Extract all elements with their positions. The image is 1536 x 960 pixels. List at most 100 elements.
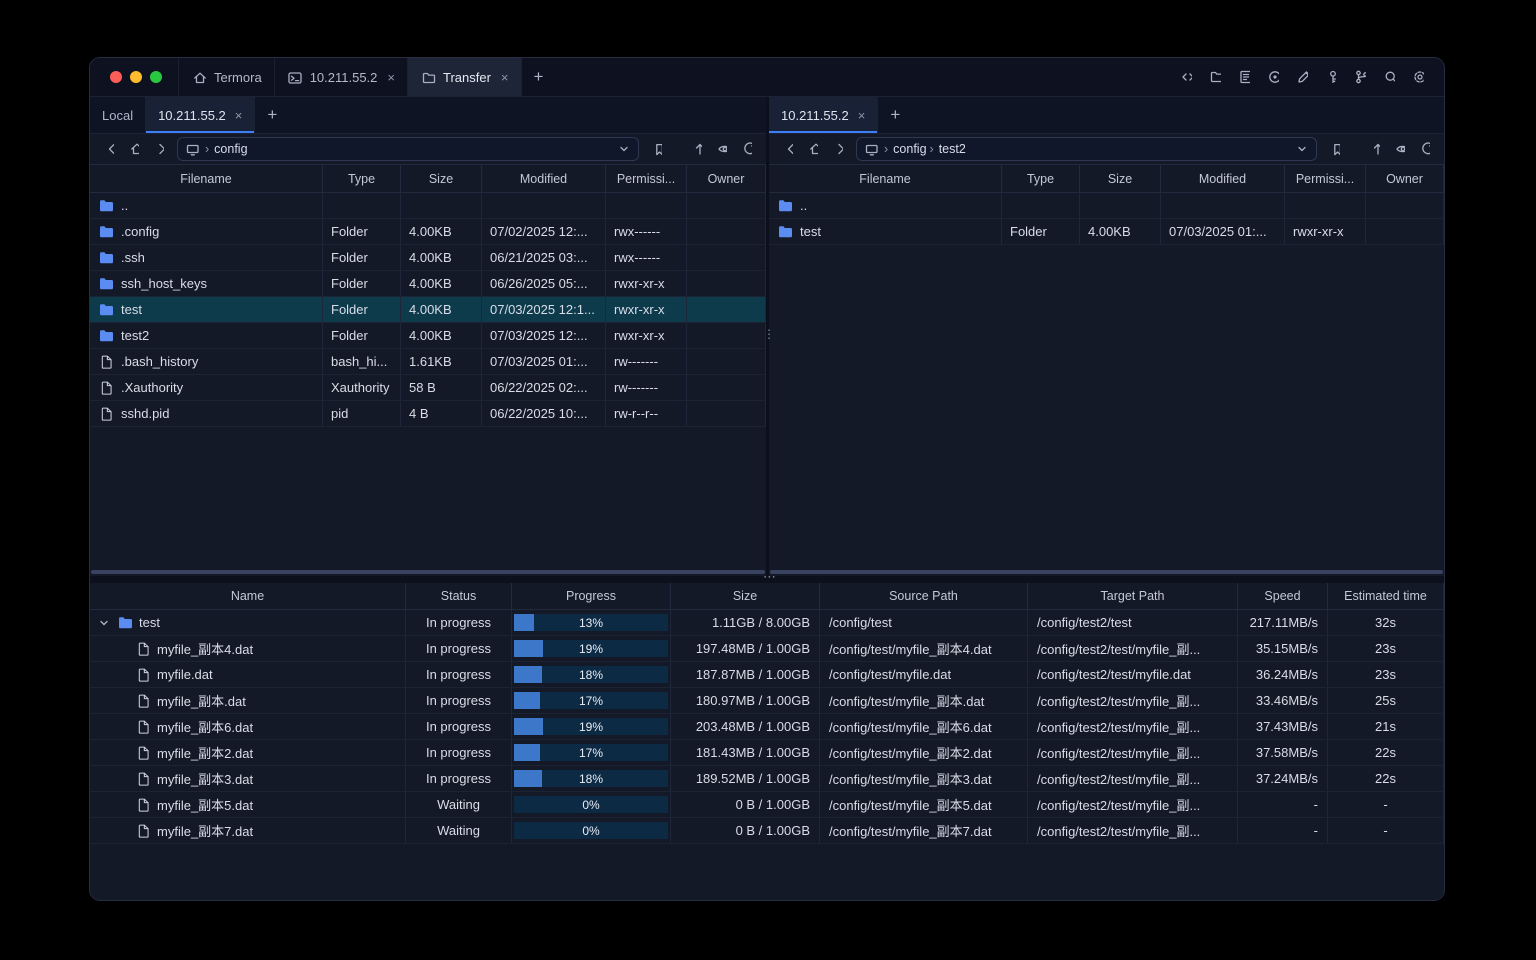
transfer-row[interactable]: myfile_副本6.dat In progress 19% 203.48MB … (90, 714, 1444, 740)
file-row[interactable]: test2 Folder 4.00KB 07/03/2025 12:... rw… (90, 323, 766, 349)
close-window-button[interactable] (110, 71, 122, 83)
close-tab-icon[interactable] (858, 109, 866, 122)
column-header[interactable]: Size (671, 583, 820, 609)
column-header[interactable]: Owner (1366, 165, 1444, 192)
new-panel-tab-button[interactable] (878, 97, 912, 133)
scrollbar-thumb[interactable] (770, 570, 1443, 574)
zoom-window-button[interactable] (150, 71, 162, 83)
edit-icon[interactable] (1290, 65, 1314, 89)
column-header[interactable]: Type (323, 165, 401, 192)
transfer-row[interactable]: myfile_副本4.dat In progress 19% 197.48MB … (90, 636, 1444, 662)
column-header[interactable]: Target Path (1028, 583, 1238, 609)
horizontal-scrollbar[interactable] (769, 568, 1444, 576)
expand-chevron-icon[interactable] (96, 618, 111, 628)
panel-tab[interactable]: 10.211.55.2 (146, 97, 256, 133)
column-header[interactable]: Estimated time (1328, 583, 1444, 609)
transfer-row[interactable]: myfile_副本2.dat In progress 17% 181.43MB … (90, 740, 1444, 766)
show-hidden-eye-icon[interactable] (1389, 138, 1411, 160)
column-header[interactable]: Progress (512, 583, 671, 609)
progress-percent: 19% (578, 719, 604, 734)
forward-icon[interactable] (148, 138, 170, 160)
new-window-tab-button[interactable] (522, 58, 556, 96)
column-header[interactable]: Status (406, 583, 512, 609)
file-row[interactable]: .. (769, 193, 1444, 219)
window-tab[interactable]: Transfer (408, 58, 522, 96)
column-header[interactable]: Source Path (820, 583, 1028, 609)
column-header[interactable]: Filename (90, 165, 323, 192)
transfer-status: In progress (406, 636, 512, 661)
record-icon[interactable] (1261, 65, 1285, 89)
bookmark-chevron-icon[interactable] (1349, 138, 1361, 160)
path-bar[interactable]: config (177, 137, 639, 161)
column-header[interactable]: Size (1080, 165, 1161, 192)
panel-tab[interactable]: Local (90, 97, 147, 133)
key-icon[interactable] (1319, 65, 1343, 89)
branch-icon[interactable] (1348, 65, 1372, 89)
back-icon[interactable] (98, 138, 120, 160)
upload-icon[interactable] (686, 138, 708, 160)
file-row[interactable]: .ssh Folder 4.00KB 06/21/2025 03:... rwx… (90, 245, 766, 271)
path-bar[interactable]: config test2 (856, 137, 1317, 161)
transfer-row[interactable]: myfile.dat In progress 18% 187.87MB / 1.… (90, 662, 1444, 688)
bookmark-icon[interactable] (646, 138, 668, 160)
panel-tab[interactable]: 10.211.55.2 (769, 97, 879, 133)
folder-icon[interactable] (1203, 65, 1227, 89)
refresh-icon[interactable] (736, 138, 758, 160)
transfer-row[interactable]: myfile_副本5.dat Waiting 0% 0 B / 1.00GB /… (90, 792, 1444, 818)
minimize-window-button[interactable] (130, 71, 142, 83)
column-header[interactable]: Speed (1238, 583, 1328, 609)
forward-icon[interactable] (827, 138, 849, 160)
transfer-row[interactable]: myfile_副本.dat In progress 17% 180.97MB /… (90, 688, 1444, 714)
upload-icon[interactable] (1364, 138, 1386, 160)
transfer-row[interactable]: test In progress 13% 1.11GB / 8.00GB /co… (90, 610, 1444, 636)
file-modified: 06/22/2025 10:... (482, 401, 606, 426)
column-header[interactable]: Permissi... (1285, 165, 1366, 192)
column-header[interactable]: Type (1002, 165, 1080, 192)
window-tab[interactable]: 10.211.55.2 (275, 58, 408, 96)
bookmark-chevron-icon[interactable] (671, 138, 683, 160)
breadcrumb-segment[interactable]: config (881, 142, 926, 156)
filename: .. (800, 198, 808, 213)
transfer-row[interactable]: myfile_副本7.dat Waiting 0% 0 B / 1.00GB /… (90, 818, 1444, 844)
column-header[interactable]: Filename (769, 165, 1002, 192)
column-header[interactable]: Modified (482, 165, 606, 192)
file-row[interactable]: .. (90, 193, 766, 219)
vertical-splitter[interactable] (763, 97, 775, 576)
home-icon[interactable] (802, 138, 824, 160)
file-row[interactable]: ssh_host_keys Folder 4.00KB 06/26/2025 0… (90, 271, 766, 297)
file-row[interactable]: .config Folder 4.00KB 07/02/2025 12:... … (90, 219, 766, 245)
path-history-chevron-icon[interactable] (1295, 142, 1309, 156)
transfer-row[interactable]: myfile_副本3.dat In progress 18% 189.52MB … (90, 766, 1444, 792)
home-icon[interactable] (123, 138, 145, 160)
column-header[interactable]: Name (90, 583, 406, 609)
refresh-icon[interactable] (1414, 138, 1436, 160)
show-hidden-eye-icon[interactable] (711, 138, 733, 160)
column-header[interactable]: Permissi... (606, 165, 687, 192)
code-icon[interactable] (1174, 65, 1198, 89)
form-icon[interactable] (1232, 65, 1256, 89)
path-history-chevron-icon[interactable] (617, 142, 631, 156)
horizontal-splitter[interactable] (90, 569, 1444, 585)
bookmark-icon[interactable] (1324, 138, 1346, 160)
close-tab-icon[interactable] (235, 109, 243, 122)
close-tab-icon[interactable] (387, 71, 395, 84)
horizontal-scrollbar[interactable] (90, 568, 766, 576)
file-row[interactable]: test Folder 4.00KB 07/03/2025 01:... rwx… (769, 219, 1444, 245)
breadcrumb-segment[interactable]: test2 (927, 142, 966, 156)
file-row[interactable]: sshd.pid pid 4 B 06/22/2025 10:... rw-r-… (90, 401, 766, 427)
scrollbar-thumb[interactable] (91, 570, 765, 574)
target-path: /config/test2/test/myfile_副... (1028, 636, 1238, 661)
file-row[interactable]: test Folder 4.00KB 07/03/2025 12:1... rw… (90, 297, 766, 323)
column-header[interactable]: Size (401, 165, 482, 192)
search-icon[interactable] (1377, 65, 1401, 89)
column-header[interactable]: Modified (1161, 165, 1285, 192)
back-icon[interactable] (777, 138, 799, 160)
column-header[interactable]: Owner (687, 165, 766, 192)
window-tab[interactable]: Termora (179, 58, 275, 96)
file-row[interactable]: .Xauthority Xauthority 58 B 06/22/2025 0… (90, 375, 766, 401)
file-row[interactable]: .bash_history bash_hi... 1.61KB 07/03/20… (90, 349, 766, 375)
settings-icon[interactable] (1406, 65, 1430, 89)
close-tab-icon[interactable] (501, 71, 509, 84)
breadcrumb-segment[interactable]: config (202, 142, 247, 156)
new-panel-tab-button[interactable] (255, 97, 289, 133)
